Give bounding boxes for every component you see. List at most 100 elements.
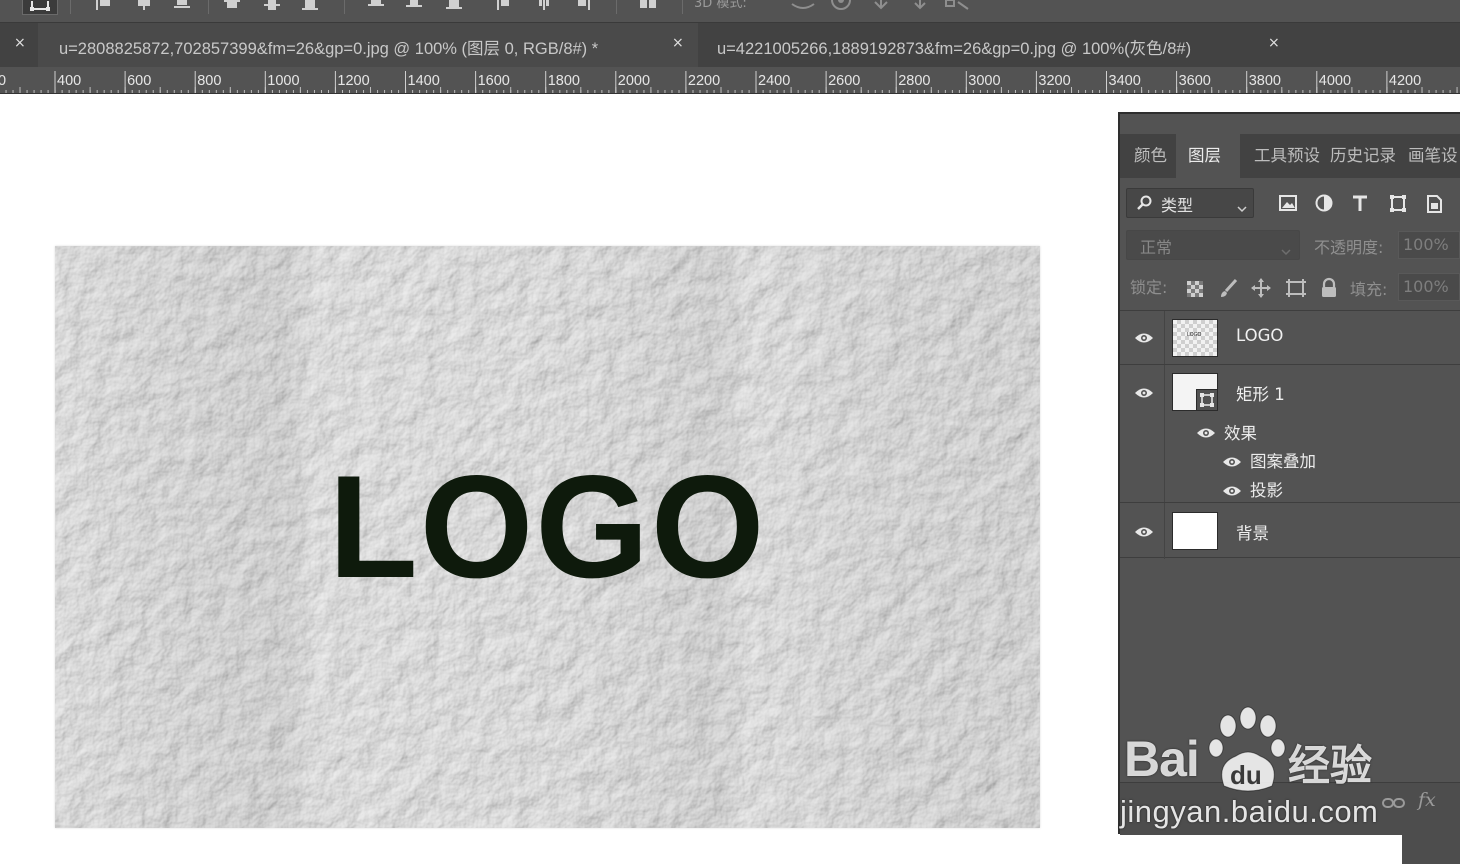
document-tab[interactable]: u=4221005266,1889192873&fm=26&gp=0.jpg @… (698, 23, 1298, 67)
ruler-label: 1800 (548, 73, 580, 89)
visibility-eye-icon[interactable] (1134, 332, 1154, 344)
layer-row-rectangle[interactable]: 矩形 1 效果 图案叠加 投影 (1120, 364, 1460, 503)
align-center-horizontal-icon[interactable] (134, 0, 154, 10)
chevron-down-icon (1237, 199, 1247, 218)
watermark-brand-du: du (1230, 760, 1262, 790)
tab-brush-settings[interactable]: 画笔设 (1408, 134, 1460, 178)
layer-name: LOGO (1236, 326, 1284, 345)
watermark-brand-jingyan: 经验 (1288, 741, 1373, 790)
distribute-left-icon[interactable] (494, 0, 514, 10)
layer-row-logo[interactable]: LOGO LOGO (1120, 310, 1460, 365)
document-tab-title: u=2808825872,702857399&fm=26&gp=0.jpg @ … (59, 40, 599, 58)
ruler-label: 3400 (1109, 73, 1141, 89)
layer-thumbnail: LOGO (1172, 319, 1218, 357)
lock-transparent-icon[interactable] (1184, 277, 1206, 299)
ruler-label: 1200 (337, 73, 369, 89)
ruler-label: 3200 (1038, 73, 1070, 89)
effects-visibility-eye-icon[interactable] (1196, 427, 1216, 439)
3d-scale-icon[interactable] (944, 0, 969, 10)
effect-drop-shadow[interactable]: 投影 (1250, 477, 1283, 501)
document-canvas[interactable]: LOGO (55, 246, 1040, 828)
image-filter-icon[interactable] (1278, 194, 1300, 214)
3d-pan-icon[interactable] (870, 0, 890, 10)
lock-move-icon[interactable] (1250, 277, 1272, 299)
document-tab-close-button[interactable]: × (1268, 35, 1280, 51)
blend-mode-select[interactable]: 正常 (1126, 230, 1300, 260)
ruler-label: 1400 (408, 73, 440, 89)
layer-filter-label: 类型 (1161, 196, 1194, 215)
visibility-eye-icon[interactable] (1134, 526, 1154, 538)
ruler-label: 600 (127, 73, 151, 89)
distribute-bottom-icon[interactable] (444, 0, 464, 10)
distribute-horizontal-center-icon[interactable] (534, 0, 554, 10)
type-filter-icon[interactable] (1350, 194, 1372, 214)
lock-artboard-icon[interactable] (1284, 277, 1306, 299)
tab-tool-presets[interactable]: 工具预设 (1254, 134, 1320, 178)
ruler-label: 4000 (1319, 73, 1351, 89)
watermark-url: jingyan.baidu.com (1120, 794, 1379, 829)
smart-object-filter-icon[interactable] (1424, 194, 1446, 214)
logo-text: LOGO (328, 445, 767, 608)
document-tab-close-button[interactable]: × (672, 35, 684, 51)
document-workspace[interactable]: LOGO (0, 94, 1118, 864)
ruler-label: 2800 (898, 73, 930, 89)
align-bottom-icon[interactable] (300, 0, 320, 10)
ruler-label: 2200 (688, 73, 720, 89)
fill-input[interactable]: 100% (1398, 273, 1460, 301)
3d-roll-icon[interactable] (830, 0, 851, 10)
distribute-vertical-center-icon[interactable] (404, 0, 424, 10)
tab-layers[interactable]: 图层 (1176, 134, 1240, 178)
tab-history[interactable]: 历史记录 (1330, 134, 1398, 178)
layer-row-background[interactable]: 背景 (1120, 502, 1460, 559)
ruler-label: 1600 (478, 73, 510, 89)
align-vertical-center-icon[interactable] (262, 0, 282, 10)
3d-mode-label: 3D 模式: (694, 0, 747, 11)
ruler-label: 400 (57, 73, 81, 89)
blend-mode-value: 正常 (1140, 238, 1173, 257)
ruler-ticks: 0 400 600 800 1000 1200 1400 1600 1800 2000 2200 24… (0, 71, 1458, 93)
auto-align-icon[interactable] (638, 0, 658, 10)
3d-rotate-icon[interactable] (790, 0, 815, 10)
layer-thumbnail-text: LOGO (1187, 332, 1202, 338)
ruler-label: 2000 (618, 73, 650, 89)
opacity-input[interactable]: 100% (1398, 231, 1460, 259)
chevron-down-icon (1281, 242, 1291, 261)
ruler-label: 800 (197, 73, 221, 89)
layer-column-divider (1164, 503, 1165, 559)
lock-brush-icon[interactable] (1218, 277, 1240, 299)
adjustment-filter-icon[interactable] (1314, 194, 1336, 214)
effects-label[interactable]: 效果 (1224, 420, 1257, 444)
effect-visibility-eye-icon[interactable] (1222, 485, 1242, 497)
align-top-icon[interactable] (222, 0, 242, 10)
align-right-icon[interactable] (172, 0, 192, 10)
shape-filter-icon[interactable] (1388, 194, 1410, 214)
distribute-top-icon[interactable] (366, 0, 386, 10)
document-tab-active[interactable]: u=2808825872,702857399&fm=26&gp=0.jpg @ … (38, 23, 698, 67)
align-left-icon[interactable] (94, 0, 114, 10)
ruler-label: 3600 (1179, 73, 1211, 89)
current-tool-preset-button[interactable] (22, 0, 58, 15)
shape-layer-badge-icon (1196, 389, 1218, 411)
panel-dock-corner (1402, 834, 1460, 864)
ruler-label: 2600 (828, 73, 860, 89)
effect-pattern-overlay[interactable]: 图案叠加 (1250, 448, 1316, 472)
effect-visibility-eye-icon[interactable] (1222, 456, 1242, 468)
horizontal-ruler[interactable]: 0 400 600 800 1000 1200 1400 1600 1800 2000 2200 24… (0, 67, 1460, 94)
layer-thumbnail (1172, 373, 1218, 411)
fill-label: 填充: (1350, 280, 1388, 299)
layer-name: 背景 (1236, 524, 1269, 543)
visibility-eye-icon[interactable] (1134, 387, 1154, 399)
3d-slide-icon[interactable] (910, 0, 930, 10)
option-separator (616, 0, 617, 14)
layer-column-divider (1164, 365, 1165, 503)
lock-all-icon[interactable] (1318, 277, 1340, 299)
lock-label: 锁定: (1130, 278, 1168, 297)
previous-tab-close-button[interactable]: × (14, 35, 26, 51)
layer-name: 矩形 1 (1236, 385, 1285, 404)
panel-tab-bar: 颜色 图层 工具预设 历史记录 画笔设 (1120, 134, 1460, 178)
tab-color[interactable]: 颜色 (1120, 134, 1174, 178)
distribute-right-icon[interactable] (574, 0, 594, 10)
layer-filter-select[interactable]: 类型 (1126, 188, 1254, 218)
search-icon (1137, 195, 1153, 215)
ruler-label: 3800 (1249, 73, 1281, 89)
